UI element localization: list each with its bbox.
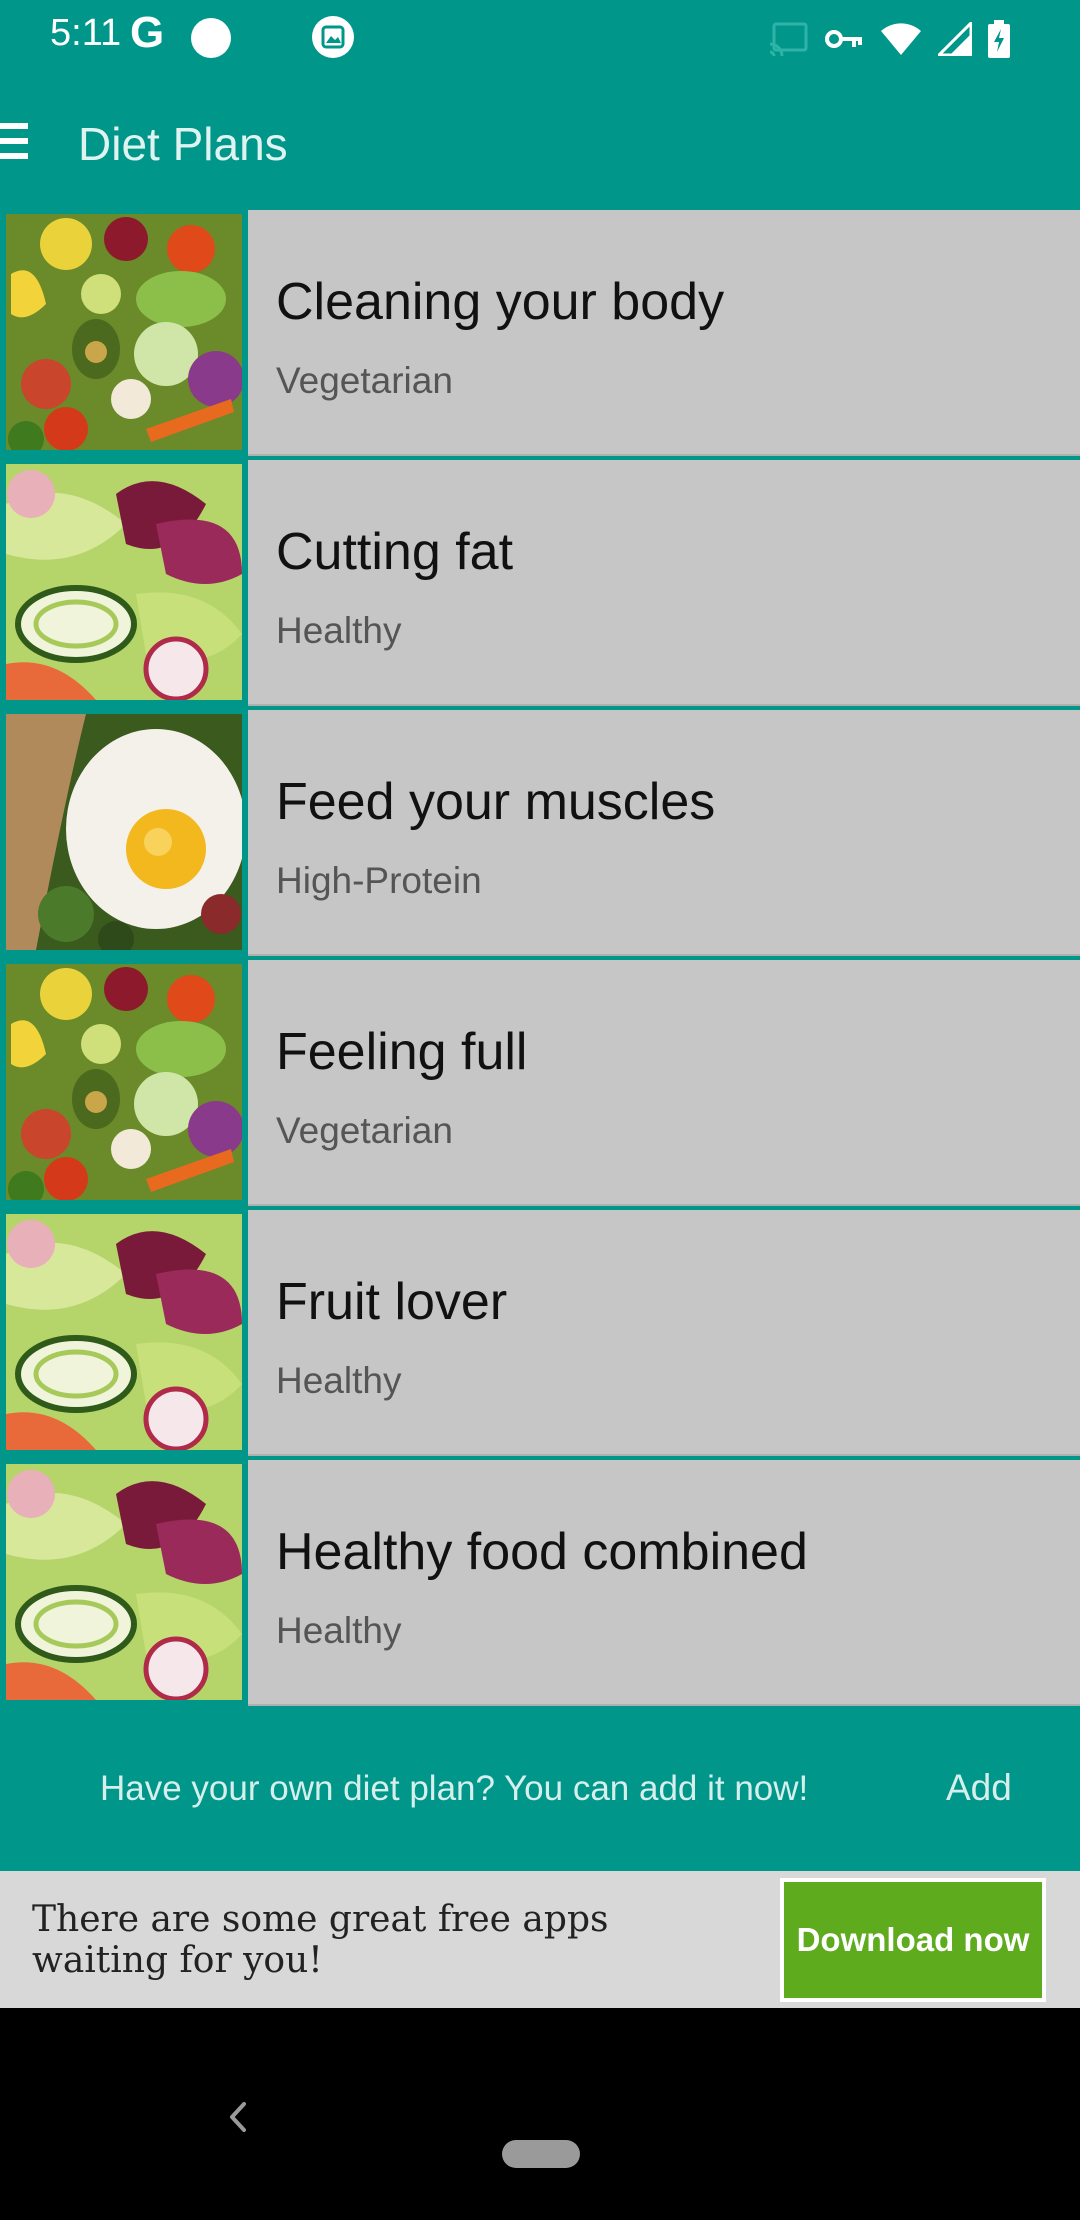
screen: 5:11 G Diet Plans Cleaning your body Veg… [0, 0, 1080, 2220]
list-item[interactable]: Fruit lover Healthy [0, 1208, 1080, 1456]
ad-banner[interactable]: There are some great free apps waiting f… [0, 1871, 1080, 2008]
status-icons [768, 18, 1010, 60]
list-item[interactable]: Feed your muscles High-Protein [0, 708, 1080, 956]
list-item-title: Healthy food combined [276, 1523, 808, 1581]
list-item[interactable]: Cutting fat Healthy [0, 458, 1080, 706]
list-item-category: High-Protein [276, 860, 482, 901]
photo-icon [312, 16, 354, 58]
list-item-title: Cleaning your body [276, 273, 725, 331]
list-item-panel: Fruit lover Healthy [248, 1210, 1080, 1456]
google-icon: G [130, 8, 165, 57]
list-item-panel: Healthy food combined Healthy [248, 1460, 1080, 1706]
list-item-title: Feeling full [276, 1023, 528, 1081]
list-item[interactable]: Cleaning your body Vegetarian [0, 208, 1080, 456]
signal-icon [938, 22, 972, 56]
diet-plan-list: Cleaning your body Vegetarian Cutting fa… [0, 208, 1080, 1711]
list-item-panel: Cleaning your body Vegetarian [248, 210, 1080, 456]
list-item-category: Vegetarian [276, 1110, 453, 1151]
list-item-panel: Cutting fat Healthy [248, 460, 1080, 706]
system-nav-bar [0, 2008, 1080, 2220]
list-item-title: Cutting fat [276, 523, 514, 581]
page-title: Diet Plans [78, 118, 288, 170]
fruit-vegetable-pile-image [6, 964, 242, 1200]
fried-egg-image [6, 714, 242, 950]
home-pill-button[interactable] [502, 2140, 580, 2168]
add-diet-plan-bar: Have your own diet plan? You can add it … [0, 1711, 1080, 1871]
status-time: 5:11 [50, 12, 122, 54]
list-item-category: Healthy [276, 610, 402, 651]
list-item-title: Fruit lover [276, 1273, 508, 1331]
add-button[interactable]: Add [946, 1767, 1012, 1809]
list-item-panel: Feed your muscles High-Protein [248, 710, 1080, 956]
salad-image [6, 464, 242, 700]
wifi-icon [881, 23, 921, 55]
list-item[interactable]: Healthy food combined Healthy [0, 1458, 1080, 1706]
list-item-title: Feed your muscles [276, 773, 716, 831]
list-item-category: Healthy [276, 1610, 402, 1651]
notification-dot-icon [191, 18, 231, 58]
ad-text: There are some great free apps waiting f… [32, 1899, 609, 1981]
download-now-button[interactable]: Download now [780, 1878, 1046, 2002]
salad-image [6, 1464, 242, 1700]
list-item[interactable]: Feeling full Vegetarian [0, 958, 1080, 1206]
app-bar: Diet Plans [0, 77, 1080, 208]
list-item-panel: Feeling full Vegetarian [248, 960, 1080, 1206]
status-bar: 5:11 G [0, 0, 1080, 77]
battery-charging-icon [988, 20, 1010, 58]
hamburger-menu-icon[interactable] [0, 123, 28, 163]
list-item-category: Healthy [276, 1360, 402, 1401]
fruit-vegetable-pile-image [6, 214, 242, 450]
back-icon[interactable] [222, 2100, 256, 2134]
salad-image [6, 1214, 242, 1450]
cast-icon [769, 22, 808, 56]
list-item-category: Vegetarian [276, 360, 453, 401]
add-prompt-text: Have your own diet plan? You can add it … [100, 1769, 809, 1808]
vpn-key-icon [825, 30, 862, 48]
